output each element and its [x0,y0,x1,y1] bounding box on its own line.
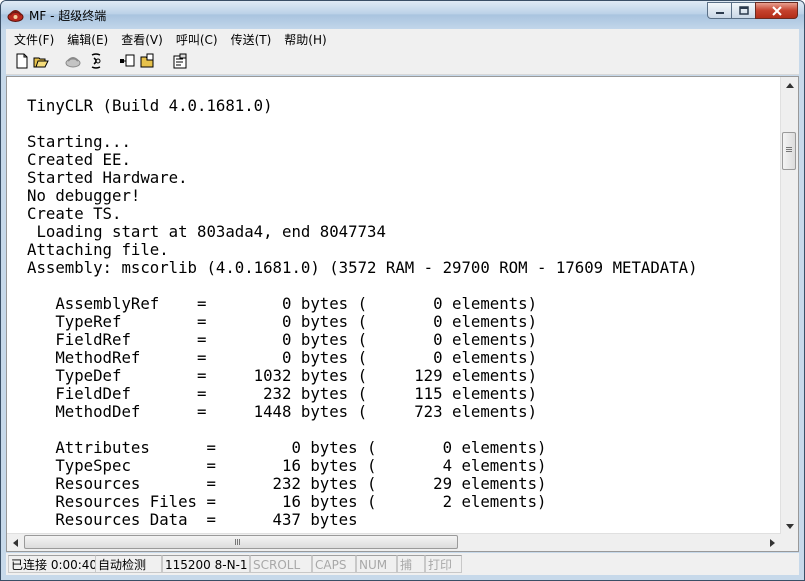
menu-help[interactable]: 帮助(H) [279,31,331,48]
status-connection-time: 已连接 0:00:40 [8,555,96,573]
console-line: Resources = 232 bytes ( 29 elements) [27,474,547,493]
console-line: TypeDef = 1032 bytes ( 129 elements) [27,366,538,385]
console-line: Loading start at 803ada4, end 8047734 [27,222,386,241]
new-document-icon[interactable] [14,53,30,69]
console-line: MethodRef = 0 bytes ( 0 elements) [27,348,538,367]
menu-file[interactable]: 文件(F) [9,31,59,48]
status-port-settings: 115200 8-N-1 [162,555,250,573]
send-file-icon[interactable] [119,53,135,69]
status-print: 打印 [425,555,462,573]
disconnect-phone-icon[interactable] [65,53,81,69]
arrow-up-icon [785,83,794,88]
properties-icon[interactable] [172,53,188,69]
menu-view[interactable]: 查看(V) [116,31,168,48]
status-detect: 自动检测 [95,555,162,573]
status-capture: 捕 [397,555,425,573]
receive-file-icon[interactable] [139,53,155,69]
console-line: Assembly: mscorlib (4.0.1681.0) (3572 RA… [27,258,698,277]
window-title: MF - 超级终端 [29,9,107,23]
caption-buttons [707,2,798,19]
menu-transfer[interactable]: 传送(T) [226,31,277,48]
title-bar[interactable]: MF - 超级终端 [1,1,804,29]
menu-call[interactable]: 呼叫(C) [171,31,223,48]
maximize-icon [738,6,749,15]
grip-icon [786,149,792,150]
horizontal-scroll-thumb[interactable] [24,535,458,549]
minimize-button[interactable] [707,2,732,19]
status-scroll: SCROLL [250,555,312,573]
console-line: FieldDef = 232 bytes ( 115 elements) [27,384,538,403]
console-line: FieldRef = 0 bytes ( 0 elements) [27,330,538,349]
open-folder-icon[interactable] [33,53,49,69]
hyperterminal-phone-icon [7,10,24,22]
terminal-output: TinyCLR (Build 4.0.1681.0) Starting... C… [27,97,767,531]
connect-phone-icon[interactable] [88,53,104,69]
console-line: Started Hardware. [27,168,188,187]
vertical-scrollbar[interactable] [780,77,798,535]
scrollbar-corner [781,534,798,551]
maximize-button[interactable] [731,2,756,19]
scroll-up-button[interactable] [781,77,798,94]
console-line: Attributes = 0 bytes ( 0 elements) [27,438,547,457]
console-line: Resources Data = 437 bytes [27,510,358,529]
menu-bar: 文件(F) 编辑(E) 查看(V) 呼叫(C) 传送(T) 帮助(H) [6,29,799,49]
console-line: TinyCLR (Build 4.0.1681.0) [27,97,273,115]
arrow-left-icon [13,538,18,547]
status-bar: 已连接 0:00:40 自动检测 115200 8-N-1 SCROLL CAP… [6,553,799,575]
terminal-area[interactable]: TinyCLR (Build 4.0.1681.0) Starting... C… [6,76,799,552]
console-line: Created EE. [27,150,131,169]
console-line: No debugger! [27,186,141,205]
console-line: TypeRef = 0 bytes ( 0 elements) [27,312,538,331]
close-button[interactable] [755,2,798,19]
scroll-right-button[interactable] [764,534,781,551]
arrow-right-icon [770,538,775,547]
scroll-down-button[interactable] [781,518,798,535]
status-num: NUM [356,555,397,573]
hyperterminal-window: MF - 超级终端 文件(F) 编辑(E) 查看(V) 呼叫(C) 传送(T) … [0,0,805,581]
console-line: AssemblyRef = 0 bytes ( 0 elements) [27,294,538,313]
console-line: Create TS. [27,204,122,223]
toolbar [6,49,799,75]
console-line: Attaching file. [27,240,169,259]
grip-icon [237,539,238,545]
console-line: TypeSpec = 16 bytes ( 4 elements) [27,456,547,475]
scroll-left-button[interactable] [7,534,24,551]
vertical-scroll-thumb[interactable] [782,132,796,170]
horizontal-scrollbar[interactable] [7,533,781,551]
minimize-icon [715,11,724,14]
console-line: Resources Files = 16 bytes ( 2 elements) [27,492,547,511]
close-icon [771,5,782,16]
status-caps: CAPS [312,555,356,573]
console-line: MethodDef = 1448 bytes ( 723 elements) [27,402,538,421]
arrow-down-icon [785,524,794,529]
console-line: Starting... [27,132,131,151]
menu-edit[interactable]: 编辑(E) [62,31,113,48]
